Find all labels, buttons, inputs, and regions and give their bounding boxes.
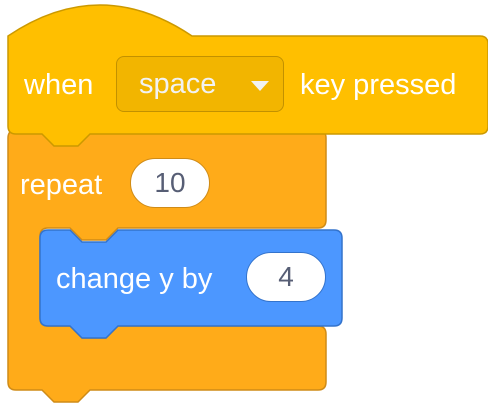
key-dropdown-value: space xyxy=(139,68,217,100)
when-label: when xyxy=(24,69,94,101)
repeat-label: repeat xyxy=(20,169,103,201)
key-dropdown[interactable]: space xyxy=(116,56,284,112)
key-pressed-label: key pressed xyxy=(300,69,457,101)
change-y-by-label: change y by xyxy=(56,263,213,295)
change-y-value-input[interactable]: 4 xyxy=(246,252,326,302)
repeat-count-input[interactable]: 10 xyxy=(130,158,210,208)
dropdown-caret-icon xyxy=(251,81,269,91)
